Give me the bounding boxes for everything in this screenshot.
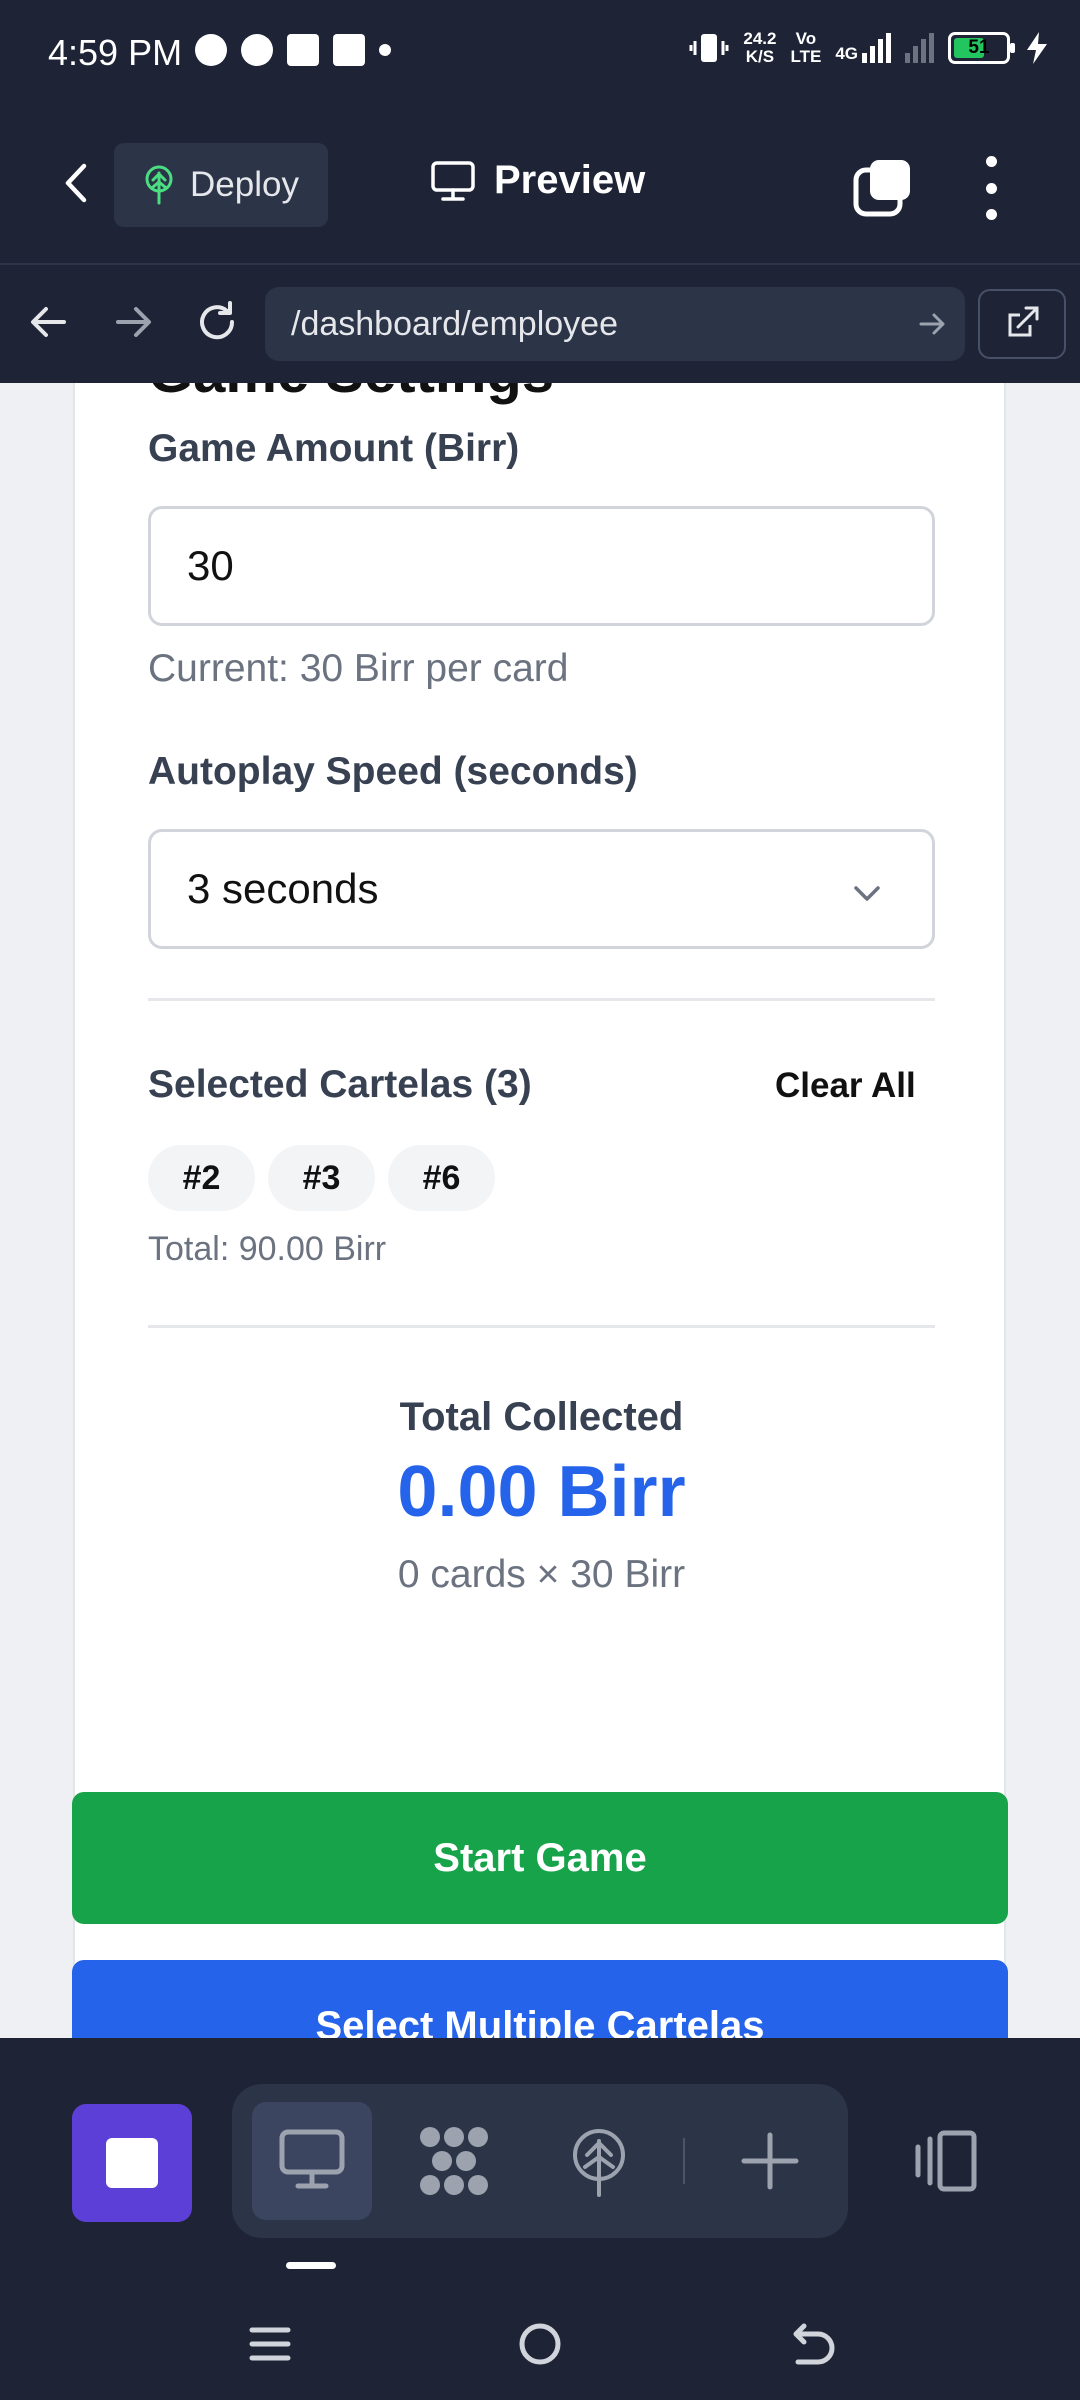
arrow-left-icon[interactable] [24,297,74,347]
active-indicator [286,2262,336,2269]
start-game-button[interactable]: Start Game [72,1792,1008,1924]
url-bar: /dashboard/employee [0,263,1080,383]
url-input[interactable]: /dashboard/employee [265,287,965,361]
network-type: 4G [835,33,891,63]
globe-icon[interactable] [563,2125,635,2197]
apps-grid-icon[interactable] [418,2125,490,2197]
preview-tab[interactable]: Preview [430,158,645,203]
stop-icon [106,2138,158,2188]
start-game-label: Start Game [433,1835,647,1880]
bottom-toolbar [0,2038,1080,2400]
status-time: 4:59 PM [48,32,183,73]
collected-value: 0.00 Birr [397,1452,686,1532]
deploy-label: Deploy [190,165,299,204]
chat-icon [195,34,227,66]
device-toggle-icon[interactable] [910,2125,982,2197]
binance-icon [287,34,319,66]
page-content: Game Settings Game Amount (Birr) 30 Curr… [0,383,1080,2038]
open-external-button[interactable] [978,289,1066,359]
chevron-down-icon [854,886,880,901]
vibrate-icon [689,34,729,62]
select-multiple-label: Select Multiple Cartelas [315,2003,765,2039]
selected-total: Total: 90.00 Birr [148,1230,387,1268]
select-multiple-button[interactable]: Select Multiple Cartelas [72,1960,1008,2038]
go-arrow-icon[interactable] [917,309,947,339]
charging-icon [1027,32,1047,64]
plus-icon[interactable] [734,2125,806,2197]
speed-label: Autoplay Speed (seconds) [148,750,638,793]
signal-2-icon [905,33,934,63]
cartela-chip[interactable]: #6 [388,1145,495,1211]
monitor-icon [279,2129,345,2189]
back-icon[interactable] [780,2314,840,2374]
monitor-icon [431,160,475,201]
speed-value: 3 seconds [187,865,379,912]
reload-icon[interactable] [192,297,242,347]
stop-button[interactable] [72,2104,192,2222]
net-speed: 24.2 K/S [743,29,777,66]
divider [148,998,935,1001]
card-title: Game Settings [148,383,554,406]
amount-value: 30 [187,542,234,589]
amount-input[interactable]: 30 [148,506,935,626]
collected-label: Total Collected [399,1395,684,1439]
amount-label: Game Amount (Birr) [148,427,520,470]
chevron-left-icon[interactable] [52,158,102,208]
arrow-right-icon[interactable] [108,297,158,347]
menu-icon[interactable] [240,2314,300,2374]
url-text: /dashboard/employee [291,304,619,343]
amount-hint: Current: 30 Birr per card [148,647,569,690]
battery-icon: 51 [948,32,1015,64]
cartela-chip[interactable]: #3 [268,1145,375,1211]
whatsapp-icon [241,34,273,66]
status-bar: 4:59 PM 24.2 K/S Vo LTE 4G 51 [0,0,1080,108]
selected-cartelas-label: Selected Cartelas (3) [148,1063,532,1106]
preview-tool-button[interactable] [252,2102,372,2220]
preview-label: Preview [494,158,646,202]
linkedin-icon [333,34,365,66]
app-bar: Deploy Preview [0,108,1080,263]
tabs-icon[interactable] [852,158,912,218]
deploy-tree-icon [145,165,173,205]
more-vertical-icon[interactable] [966,156,1016,220]
deploy-button[interactable]: Deploy [114,143,328,227]
notification-icons [195,34,391,66]
game-settings-card: Game Settings Game Amount (Birr) 30 Curr… [73,383,1006,2038]
volte-indicator: Vo LTE [790,29,822,66]
collected-detail: 0 cards × 30 Birr [397,1553,686,1596]
divider [148,1325,935,1328]
signal-icon [862,33,891,63]
separator [683,2138,685,2184]
clear-all-button[interactable]: Clear All [775,1066,916,1106]
status-indicators: 24.2 K/S Vo LTE 4G 51 [689,30,1050,66]
home-icon[interactable] [510,2314,570,2374]
speed-select[interactable]: 3 seconds [148,829,935,949]
cartela-chip[interactable]: #2 [148,1145,255,1211]
more-notifications-icon [379,44,391,56]
external-link-icon [1008,306,1039,337]
